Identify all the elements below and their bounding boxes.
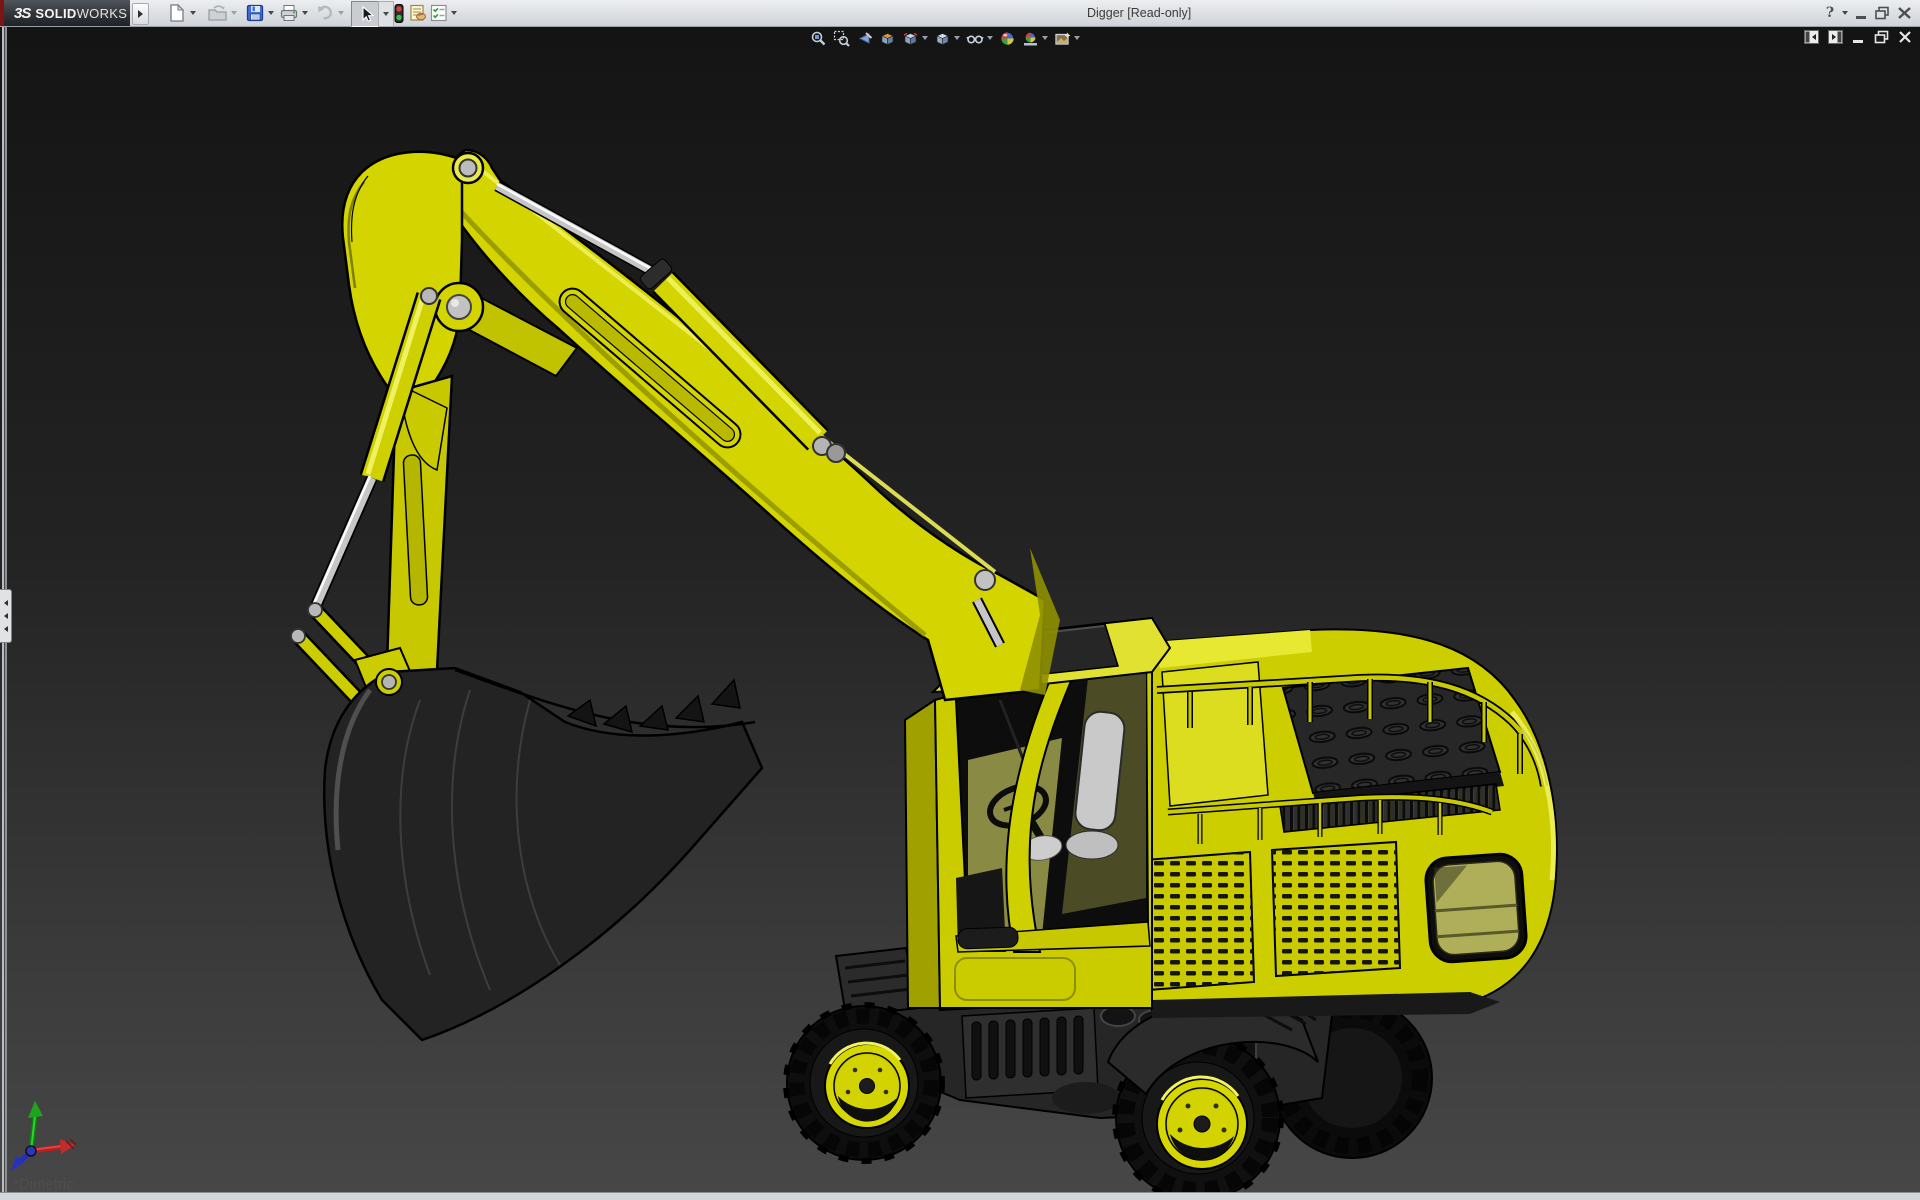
view-settings-button[interactable] [1054, 30, 1080, 47]
zoom-to-area-button[interactable] [833, 30, 850, 47]
file-properties-button[interactable] [408, 2, 428, 24]
restore-document-icon[interactable] [1874, 30, 1889, 44]
help-button[interactable]: ? [1822, 3, 1838, 23]
edit-appearance-button[interactable] [999, 30, 1016, 47]
restore-window-button[interactable] [1873, 3, 1891, 23]
window-title: Digger [Read-only] [1087, 6, 1191, 20]
model-canvas[interactable] [0, 27, 1920, 1193]
minimize-window-button[interactable] [1853, 3, 1869, 23]
undo-arrow-icon [315, 3, 335, 23]
toggle-left-pane-icon[interactable] [1804, 30, 1819, 44]
chevron-right-icon [138, 10, 143, 18]
display-style-button[interactable] [934, 30, 960, 47]
menu-expand-button[interactable] [132, 3, 149, 25]
cursor-arrow-icon [358, 5, 374, 23]
help-dropdown[interactable] [1840, 3, 1850, 23]
open-folder-icon [207, 3, 228, 23]
featuremanager-collapsed-tab[interactable] [0, 589, 12, 643]
graphics-viewport[interactable]: *Dimetric [0, 27, 1920, 1193]
model-wheel-front[interactable] [786, 1005, 942, 1161]
open-document-dropdown[interactable] [231, 2, 237, 24]
title-toolbar: 3S SOLIDWORKS [0, 0, 1920, 27]
view-orientation-label: *Dimetric [13, 1176, 74, 1193]
restore-icon [1874, 6, 1890, 20]
status-bar [0, 1192, 1920, 1200]
view-settings-dropdown[interactable] [1074, 36, 1080, 40]
zoom-to-fit-button[interactable] [810, 30, 827, 47]
section-view-button[interactable] [879, 30, 896, 47]
traffic-light-icon [390, 3, 408, 24]
display-style-dropdown[interactable] [954, 36, 960, 40]
view-orientation-button[interactable] [902, 30, 928, 47]
logo-light: WORKS [77, 6, 128, 21]
door-handle-slot [958, 927, 1019, 949]
logo-bold: SOLID [35, 6, 76, 21]
chassis-slats [972, 1016, 1083, 1080]
hide-show-items-dropdown[interactable] [987, 36, 993, 40]
open-document-button[interactable] [207, 2, 228, 24]
close-document-icon[interactable] [1898, 30, 1912, 44]
new-document-button[interactable] [167, 2, 187, 24]
heads-up-view-toolbar [810, 28, 1080, 48]
options-button[interactable] [429, 2, 449, 24]
rebuild-button[interactable] [390, 2, 408, 24]
chevron-left-icon [4, 613, 8, 619]
previous-view-button[interactable] [856, 30, 873, 47]
close-window-button[interactable] [1895, 3, 1913, 23]
file-properties-icon [408, 3, 428, 23]
print-dropdown[interactable] [302, 2, 308, 24]
minimize-document-icon[interactable] [1852, 30, 1865, 44]
document-window-controls [1804, 30, 1912, 44]
rear-window[interactable] [1424, 853, 1527, 963]
hide-show-items-button[interactable] [966, 30, 993, 47]
save-dropdown[interactable] [268, 2, 274, 24]
undo-dropdown[interactable] [338, 2, 344, 24]
save-button[interactable] [245, 2, 265, 24]
printer-icon [279, 3, 299, 23]
save-floppy-icon [245, 3, 265, 23]
apply-scene-button[interactable] [1022, 30, 1048, 47]
new-document-icon [167, 3, 187, 23]
print-button[interactable] [279, 2, 299, 24]
apply-scene-dropdown[interactable] [1042, 36, 1048, 40]
minimize-icon [1855, 6, 1867, 20]
options-dropdown[interactable] [451, 2, 457, 24]
close-icon [1897, 6, 1912, 20]
select-tool-button[interactable] [351, 1, 380, 27]
chevron-left-icon [4, 600, 8, 606]
solidworks-window: *Dimetric 3S SOLIDWORKS [0, 0, 1920, 1200]
engine-grille[interactable] [1283, 668, 1500, 793]
new-document-dropdown[interactable] [190, 2, 196, 24]
options-checklist-icon [429, 3, 449, 23]
chevron-left-icon [4, 626, 8, 632]
view-orientation-dropdown[interactable] [922, 36, 928, 40]
toggle-right-pane-icon[interactable] [1828, 30, 1843, 44]
solidworks-logo: 3S SOLIDWORKS [4, 0, 130, 26]
undo-button[interactable] [315, 2, 335, 24]
logo-mark: 3S [14, 5, 30, 22]
